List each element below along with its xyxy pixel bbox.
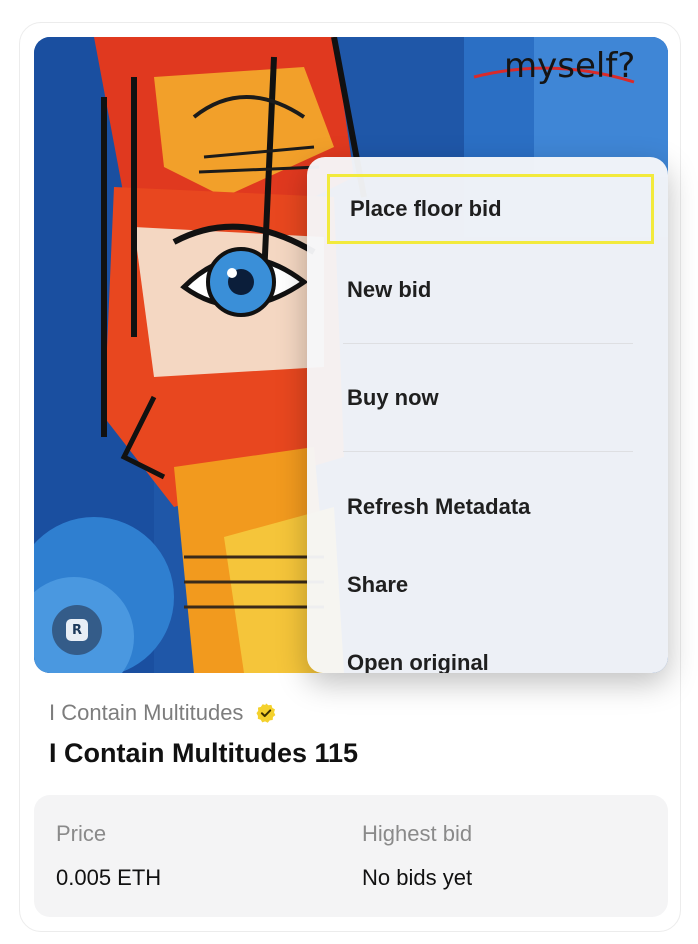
item-title: I Contain Multitudes 115 (49, 738, 359, 768)
highest-bid-column: Highest bid No bids yet (362, 821, 472, 891)
menu-item-new-bid[interactable]: New bid (327, 255, 654, 325)
price-stats-panel: Price 0.005 ETH Highest bid No bids yet (34, 795, 668, 917)
collection-row[interactable]: I Contain Multitudes (49, 700, 277, 726)
collection-name[interactable]: I Contain Multitudes (49, 700, 243, 726)
artwork-painted-text: myself? (504, 46, 635, 86)
price-label: Price (56, 821, 107, 846)
menu-item-refresh-metadata[interactable]: Refresh Metadata (327, 472, 654, 542)
menu-divider (343, 451, 633, 452)
highest-bid-label: Highest bid (362, 821, 473, 846)
price-value: 0.005 ETH (56, 865, 162, 890)
marketplace-badge: R (52, 605, 102, 655)
menu-divider (343, 343, 633, 344)
menu-item-open-original[interactable]: Open original (327, 628, 654, 673)
rarible-r-icon: R (66, 619, 88, 641)
highest-bid-value: No bids yet (362, 865, 473, 890)
price-column: Price 0.005 ETH (56, 821, 161, 891)
context-menu: Place floor bid New bid Buy now Refresh … (307, 157, 668, 673)
verified-badge-icon (256, 703, 276, 723)
menu-item-buy-now[interactable]: Buy now (327, 363, 654, 433)
menu-item-place-floor-bid[interactable]: Place floor bid (327, 174, 654, 244)
menu-item-share[interactable]: Share (327, 550, 654, 620)
